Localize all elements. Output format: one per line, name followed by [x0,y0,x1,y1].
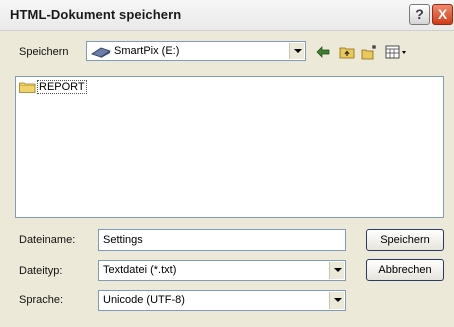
encoding-value: Unicode (UTF-8) [103,294,185,306]
back-arrow-icon[interactable] [315,44,331,60]
location-combobox[interactable]: SmartPix (E:) [86,41,306,61]
up-folder-icon[interactable] [339,44,355,60]
save-button[interactable]: Speichern [366,229,444,251]
filetype-select[interactable]: Textdatei (*.txt) [98,260,346,281]
file-list[interactable]: REPORT [15,76,444,218]
window-title: HTML-Dokument speichern [10,7,182,22]
encoding-select[interactable]: Unicode (UTF-8) [98,290,346,311]
save-dialog: HTML-Dokument speichern ? X Speichern Sm… [0,0,454,327]
folder-icon [19,82,36,93]
encoding-label: Sprache: [19,294,64,306]
drive-icon [91,47,111,58]
chevron-down-icon[interactable] [289,43,304,59]
filename-input[interactable] [98,229,346,251]
filetype-value: Textdatei (*.txt) [103,264,177,276]
chevron-down-icon[interactable] [329,292,344,309]
look-in-label: Speichern [19,46,69,58]
view-menu-icon[interactable] [385,44,409,60]
filename-label: Dateiname: [19,234,76,246]
cancel-button[interactable]: Abbrechen [366,259,444,281]
title-bar[interactable]: HTML-Dokument speichern ? X [0,0,454,31]
file-name: REPORT [37,80,87,94]
close-button[interactable]: X [432,4,453,25]
location-value: SmartPix (E:) [114,45,180,57]
new-folder-icon[interactable] [361,44,377,60]
filetype-label: Dateityp: [19,265,63,277]
chevron-down-icon[interactable] [329,262,344,279]
help-button[interactable]: ? [409,4,430,25]
